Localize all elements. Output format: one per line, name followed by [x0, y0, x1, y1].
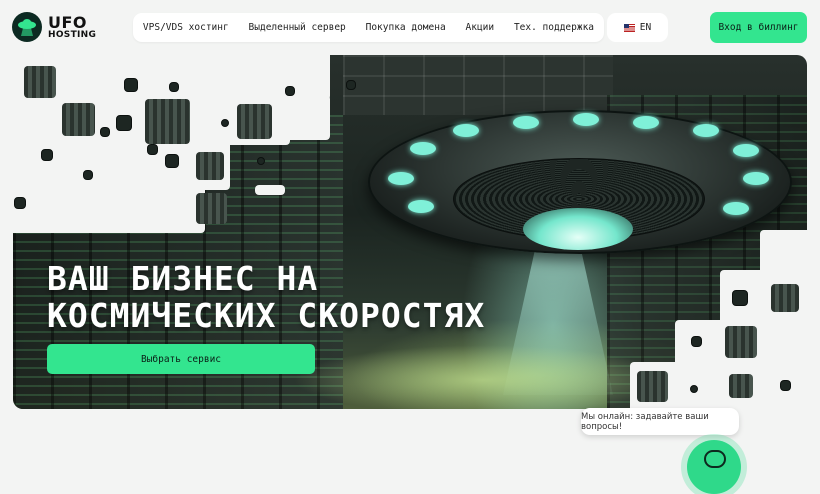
- hero-title: ВАШ БИЗНЕС НА КОСМИЧЕСКИХ СКОРОСТЯХ: [47, 260, 485, 334]
- logo[interactable]: UFO HOSTING: [12, 12, 96, 42]
- chat-greeting-text: Мы онлайн: задавайте ваши вопросы!: [581, 411, 709, 432]
- language-switch[interactable]: EN: [607, 13, 668, 42]
- chat-open-button[interactable]: [687, 440, 741, 494]
- ceiling-grid: [343, 55, 613, 115]
- nav-item-promo[interactable]: Акции: [466, 22, 495, 33]
- language-label: EN: [639, 22, 652, 33]
- ground-mist: [293, 345, 673, 409]
- nav-item-domain[interactable]: Покупка домена: [366, 22, 446, 33]
- ufo-logo-icon: [12, 12, 42, 42]
- nav-item-support[interactable]: Тех. поддержка: [514, 22, 594, 33]
- chat-greeting[interactable]: Мы онлайн: задавайте ваши вопросы!: [581, 408, 739, 435]
- brand-name: UFO: [48, 12, 88, 32]
- nav-item-dedicated[interactable]: Выделенный сервер: [249, 22, 346, 33]
- brand-sub: HOSTING: [48, 29, 97, 40]
- hero-title-line1: ВАШ БИЗНЕС НА: [47, 259, 319, 298]
- choose-service-button[interactable]: Выбрать сервис: [47, 344, 315, 374]
- nav-item-vps[interactable]: VPS/VDS хостинг: [143, 22, 229, 33]
- hero-title-line2: КОСМИЧЕСКИХ СКОРОСТЯХ: [47, 296, 486, 335]
- billing-login-button[interactable]: Вход в биллинг: [710, 12, 807, 43]
- main-nav: VPS/VDS хостинг Выделенный сервер Покупк…: [133, 13, 604, 42]
- us-flag-icon: [623, 23, 635, 32]
- chat-icon: [704, 450, 726, 468]
